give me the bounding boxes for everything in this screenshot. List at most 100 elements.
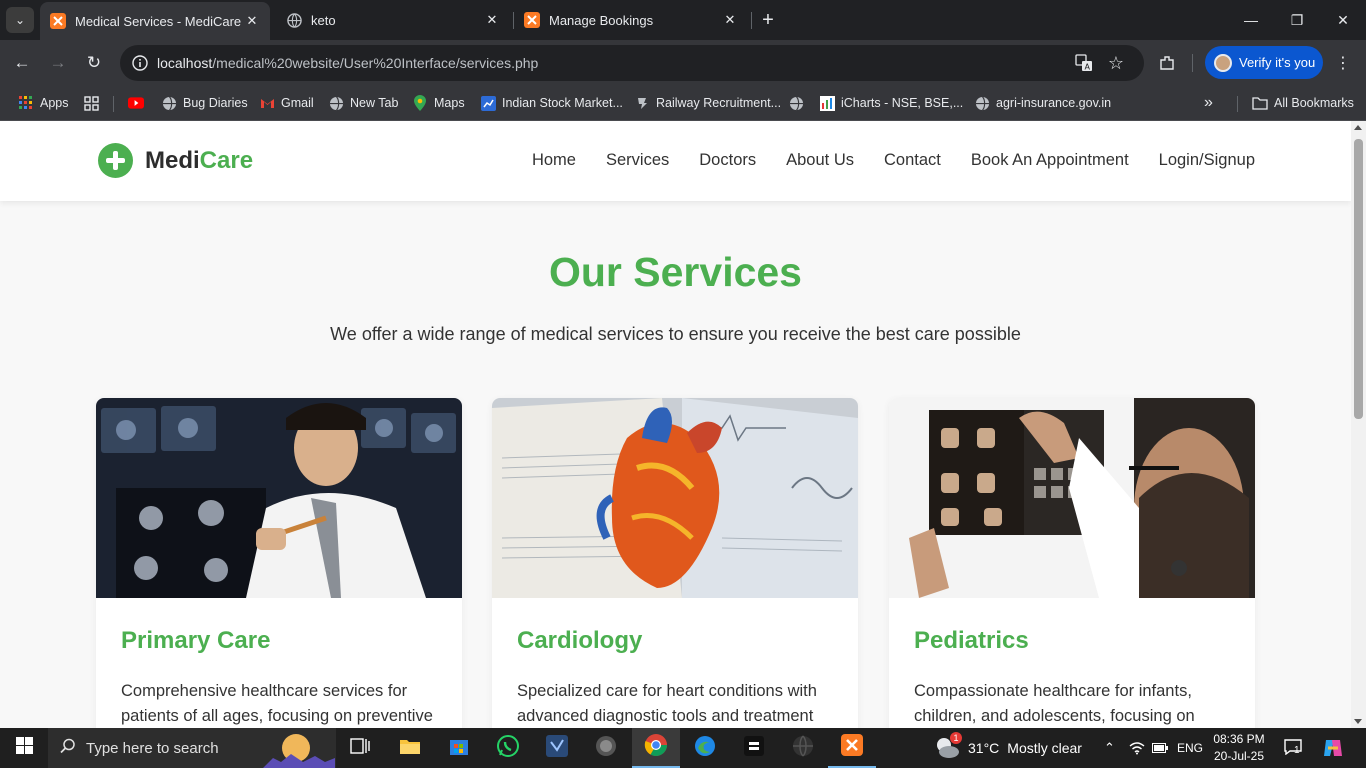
scrollbar-thumb[interactable] [1354, 139, 1363, 419]
search-icon [60, 738, 76, 759]
bookmark-agri-insurance[interactable]: agri-insurance.gov.in [974, 93, 1111, 113]
taskbar-store[interactable] [435, 728, 483, 768]
bookmark-icharts[interactable]: iCharts - NSE, BSE,... [819, 93, 963, 113]
taskbar-xampp[interactable] [828, 728, 876, 768]
site-info-icon[interactable] [130, 53, 150, 73]
service-card-pediatrics[interactable]: Pediatrics Compassionate healthcare for … [889, 398, 1255, 728]
battery-icon[interactable] [1152, 728, 1168, 768]
new-tab-button[interactable]: + [756, 8, 780, 32]
bookmark-label: New Tab [350, 96, 399, 110]
bookmark-gmail[interactable]: Gmail [259, 93, 314, 113]
taskbar-file-explorer[interactable] [386, 728, 434, 768]
tab-medical-services[interactable]: Medical Services - MediCare ✕ [40, 2, 270, 40]
taskbar-vscode-app[interactable] [533, 728, 581, 768]
bookmark-maps[interactable]: Maps [412, 93, 465, 113]
bookmark-bug-diaries[interactable]: Bug Diaries [161, 93, 248, 113]
search-highlight-image-icon [263, 732, 335, 768]
taskbar-app-globe[interactable] [779, 728, 827, 768]
tab-manage-bookings[interactable]: Manage Bookings ✕ [514, 0, 748, 40]
bookmark-new-tab[interactable]: New Tab [328, 93, 398, 113]
bookmark-railway-recruitment[interactable]: Railway Recruitment... [634, 93, 781, 113]
xampp-icon [524, 12, 540, 28]
globe-icon [286, 12, 302, 28]
taskbar-chrome[interactable] [632, 728, 680, 768]
taskbar-whatsapp[interactable] [484, 728, 532, 768]
extensions-icon[interactable] [1156, 52, 1178, 74]
taskbar-app-box[interactable] [730, 728, 778, 768]
nav-contact[interactable]: Contact [884, 151, 941, 170]
close-icon: ✕ [1337, 11, 1349, 28]
address-bar[interactable]: localhost/medical%20website/User%20Inter… [120, 45, 1144, 81]
bookmark-grid[interactable] [83, 93, 105, 113]
all-bookmarks-button[interactable]: All Bookmarks [1252, 93, 1354, 113]
chrome-icon [644, 733, 668, 762]
translate-icon[interactable]: A [1074, 53, 1094, 73]
scroll-up-arrow-icon[interactable] [1354, 125, 1362, 130]
close-window-button[interactable]: ✕ [1320, 0, 1366, 40]
gmail-icon [259, 95, 275, 111]
weather-widget[interactable]: 1 31°C Mostly clear [935, 728, 1082, 768]
edge-icon [694, 735, 716, 762]
site-logo[interactable]: MediCare [98, 143, 253, 178]
notification-count: 1 [1294, 745, 1300, 756]
taskbar-task-view[interactable] [336, 728, 384, 768]
scroll-down-arrow-icon[interactable] [1354, 719, 1362, 724]
svg-text:A: A [1085, 63, 1091, 72]
nav-login-signup[interactable]: Login/Signup [1159, 151, 1255, 170]
star-icon[interactable]: ☆ [1106, 53, 1126, 73]
menu-icon[interactable]: ⋮ [1332, 52, 1354, 74]
restore-button[interactable]: ❐ [1274, 0, 1320, 40]
bookmark-indian-stock-market[interactable]: Indian Stock Market... [480, 93, 623, 113]
verify-profile-button[interactable]: Verify it's you [1205, 46, 1323, 79]
globe-icon [974, 95, 990, 111]
bookmark-divider [113, 96, 114, 112]
nav-about-us[interactable]: About Us [786, 151, 854, 170]
bookmark-apps[interactable]: Apps [18, 93, 69, 113]
bookmark-divider [1237, 96, 1238, 112]
close-icon[interactable]: ✕ [242, 11, 262, 31]
system-clock[interactable]: 08:36 PM 20-Jul-25 [1208, 731, 1270, 765]
forward-button[interactable]: → [44, 49, 72, 77]
clock-time: 08:36 PM [1213, 732, 1265, 746]
tab-title: Medical Services - MediCare [75, 13, 242, 29]
minimize-button[interactable]: — [1228, 0, 1274, 40]
more-bookmarks-button[interactable]: » [1204, 93, 1213, 113]
language-indicator[interactable]: ENG [1177, 728, 1203, 768]
service-card-primary-care[interactable]: Primary Care Comprehensive healthcare se… [96, 398, 462, 728]
taskbar-app-circle[interactable] [582, 728, 630, 768]
nav-home[interactable]: Home [532, 151, 576, 170]
reload-button[interactable]: ↻ [80, 49, 108, 77]
weather-badge: 1 [950, 732, 962, 744]
start-button[interactable] [0, 728, 48, 768]
windows-logo-icon [15, 737, 33, 759]
show-hidden-icons-button[interactable]: ⌃ [1104, 728, 1115, 768]
page-scrollbar[interactable] [1351, 121, 1366, 728]
bookmark-globe[interactable] [788, 93, 810, 113]
tab-search-button[interactable]: ⌄ [6, 7, 34, 33]
weather-temp: 31°C [968, 740, 1000, 756]
weather-desc: Mostly clear [1007, 740, 1082, 756]
back-button[interactable]: ← [8, 49, 36, 77]
copilot-button[interactable] [1322, 728, 1344, 768]
tab-keto[interactable]: keto ✕ [276, 0, 510, 40]
nav-book-appointment[interactable]: Book An Appointment [971, 151, 1129, 170]
restore-icon: ❐ [1290, 11, 1304, 28]
notifications-button[interactable]: 1 [1284, 728, 1304, 768]
network-icon[interactable] [1129, 728, 1145, 768]
chevron-down-icon: ⌄ [14, 13, 26, 27]
service-card-cardiology[interactable]: Cardiology Specialized care for heart co… [492, 398, 858, 728]
logo-text: MediCare [145, 146, 254, 174]
url-text[interactable]: localhost/medical%20website/User%20Inter… [157, 55, 538, 71]
browser-tabstrip: ⌄ Medical Services - MediCare ✕ keto ✕ M… [0, 0, 1366, 40]
bookmark-youtube[interactable] [128, 93, 150, 113]
taskbar-search-input[interactable]: Type here to search [48, 728, 336, 768]
taskbar-edge[interactable] [681, 728, 729, 768]
plus-icon: + [762, 8, 774, 31]
close-icon[interactable]: ✕ [482, 10, 502, 30]
notification-icon: 1 [1284, 739, 1304, 757]
xampp-icon [50, 13, 66, 29]
close-icon[interactable]: ✕ [720, 10, 740, 30]
nav-services[interactable]: Services [606, 151, 669, 170]
nav-doctors[interactable]: Doctors [699, 151, 756, 170]
code-editor-icon [546, 734, 568, 762]
